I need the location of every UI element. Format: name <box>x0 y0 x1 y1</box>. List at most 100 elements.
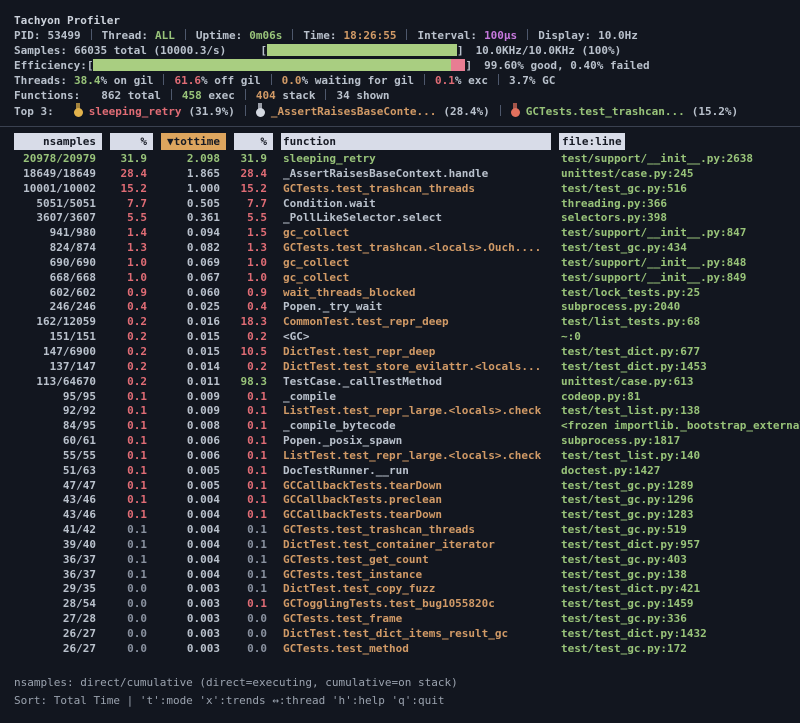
table-row[interactable]: 18649/18649 28.4 1.865 28.4 _AssertRaise… <box>14 167 800 182</box>
table-row[interactable]: 26/27 0.0 0.003 0.0 GCTests.test_method … <box>14 642 800 657</box>
direct-percent-cell: 0.2 <box>110 360 153 375</box>
direct-percent-cell: 0.1 <box>110 390 153 405</box>
top3-line: Top 3:sleeping_retry(31.9%)_AssertRaises… <box>14 103 800 120</box>
table-row[interactable]: 824/874 1.3 0.082 1.3 GCTests.test_trash… <box>14 241 800 256</box>
table-row[interactable]: 162/12059 0.2 0.016 18.3 CommonTest.test… <box>14 315 800 330</box>
cumulative-percent-cell: 0.1 <box>234 464 273 479</box>
table-row[interactable]: 55/55 0.1 0.006 0.1 ListTest.test_repr_l… <box>14 449 800 464</box>
table-row[interactable]: 41/42 0.1 0.004 0.1 GCTests.test_trashca… <box>14 523 800 538</box>
file-line-cell: test/support/__init__.py:2638 <box>559 152 800 167</box>
table-row[interactable]: 84/95 0.1 0.008 0.1 _compile_bytecode <f… <box>14 419 800 434</box>
thread-stat: 0.1% exc <box>435 74 488 87</box>
function-cell: _PollLikeSelector.select <box>281 211 551 226</box>
direct-percent-cell: 0.0 <box>110 582 153 597</box>
table-row[interactable]: 28/54 0.0 0.003 0.1 GCTogglingTests.test… <box>14 597 800 612</box>
thread-stat-value: 61.6 <box>174 74 201 87</box>
function-cell: DictTest.test_dict_items_result_gc <box>281 627 551 642</box>
table-row[interactable]: 27/28 0.0 0.003 0.0 GCTests.test_frame t… <box>14 612 800 627</box>
tachyon-profiler-window: Tachyon Profiler PID:53499Thread:ALLUpti… <box>0 0 800 723</box>
function-cell: GCTests.test_trashcan_threads <box>281 182 551 197</box>
cumulative-percent-cell: 0.4 <box>234 300 273 315</box>
file-line-cell: doctest.py:1427 <box>559 464 800 479</box>
samples-line: Samples:66035 total (10000.3/s)[]10.0KHz… <box>14 43 800 58</box>
direct-percent-cell: 0.1 <box>110 434 153 449</box>
column-header-function[interactable]: function <box>281 133 551 150</box>
cumulative-percent-cell: 10.5 <box>234 345 273 360</box>
interval-label: Interval: <box>417 29 477 42</box>
tottime-cell: 0.060 <box>161 286 226 301</box>
nsamples-cell: 60/61 <box>14 434 102 449</box>
table-row[interactable]: 20978/20979 31.9 2.098 31.9 sleeping_ret… <box>14 152 800 167</box>
column-header-nsamples[interactable]: nsamples <box>14 133 102 150</box>
table-body: 20978/20979 31.9 2.098 31.9 sleeping_ret… <box>14 152 800 657</box>
direct-percent-cell: 5.5 <box>110 211 153 226</box>
nsamples-cell: 26/27 <box>14 642 102 657</box>
table-row[interactable]: 3607/3607 5.5 0.361 5.5 _PollLikeSelecto… <box>14 211 800 226</box>
top3-entry: GCTests.test_trashcan...(15.2%) <box>511 105 738 118</box>
vertical-separator <box>271 74 272 85</box>
table-row[interactable]: 668/668 1.0 0.067 1.0 gc_collect test/su… <box>14 271 800 286</box>
table-row[interactable]: 95/95 0.1 0.009 0.1 _compile codeop.py:8… <box>14 390 800 405</box>
file-line-cell: test/test_list.py:138 <box>559 404 800 419</box>
direct-percent-cell: 0.1 <box>110 464 153 479</box>
divider <box>0 126 800 127</box>
vertical-separator <box>500 105 501 116</box>
column-header-tottime-sorted[interactable]: ▼tottime <box>161 133 226 150</box>
table-row[interactable]: 29/35 0.0 0.003 0.1 DictTest.test_copy_f… <box>14 582 800 597</box>
table-row[interactable]: 5051/5051 7.7 0.505 7.7 Condition.wait t… <box>14 197 800 212</box>
table-row[interactable]: 10001/10002 15.2 1.000 15.2 GCTests.test… <box>14 182 800 197</box>
column-header-direct-percent[interactable]: % <box>110 133 153 150</box>
interval-value: 100µs <box>484 29 517 42</box>
top3-entry: sleeping_retry(31.9%) <box>74 105 235 118</box>
table-row[interactable]: 246/246 0.4 0.025 0.4 Popen._try_wait su… <box>14 300 800 315</box>
table-row[interactable]: 92/92 0.1 0.009 0.1 ListTest.test_repr_l… <box>14 404 800 419</box>
table-row[interactable]: 60/61 0.1 0.006 0.1 Popen._posix_spawn s… <box>14 434 800 449</box>
tottime-cell: 0.015 <box>161 330 226 345</box>
table-row[interactable]: 690/690 1.0 0.069 1.0 gc_collect test/su… <box>14 256 800 271</box>
direct-percent-cell: 0.4 <box>110 300 153 315</box>
cumulative-percent-cell: 31.9 <box>234 152 273 167</box>
file-line-cell: test/test_dict.py:1453 <box>559 360 800 375</box>
file-line-cell: ~:0 <box>559 330 800 345</box>
tottime-cell: 0.003 <box>161 582 226 597</box>
nsamples-cell: 10001/10002 <box>14 182 102 197</box>
table-row[interactable]: 151/151 0.2 0.015 0.2 <GC> ~:0 <box>14 330 800 345</box>
table-row[interactable]: 39/40 0.1 0.004 0.1 DictTest.test_contai… <box>14 538 800 553</box>
direct-percent-cell: 0.1 <box>110 508 153 523</box>
table-row[interactable]: 941/980 1.4 0.094 1.5 gc_collect test/su… <box>14 226 800 241</box>
function-cell: Popen._posix_spawn <box>281 434 551 449</box>
nsamples-cell: 3607/3607 <box>14 211 102 226</box>
samples-bar-fill <box>267 44 457 56</box>
tottime-cell: 0.505 <box>161 197 226 212</box>
top3-entry: _AssertRaisesBaseConte...(28.4%) <box>256 105 490 118</box>
nsamples-cell: 690/690 <box>14 256 102 271</box>
table-row[interactable]: 113/64670 0.2 0.011 98.3 TestCase._callT… <box>14 375 800 390</box>
function-cell: sleeping_retry <box>281 152 551 167</box>
file-line-cell: unittest/case.py:613 <box>559 375 800 390</box>
column-header-cumulative-percent[interactable]: % <box>234 133 273 150</box>
footer-help-nsamples: nsamples: direct/cumulative (direct=exec… <box>14 674 458 692</box>
table-row[interactable]: 602/602 0.9 0.060 0.9 wait_threads_block… <box>14 286 800 301</box>
nsamples-cell: 113/64670 <box>14 375 102 390</box>
table-row[interactable]: 137/147 0.2 0.014 0.2 DictTest.test_stor… <box>14 360 800 375</box>
direct-percent-cell: 0.0 <box>110 642 153 657</box>
direct-percent-cell: 0.1 <box>110 568 153 583</box>
table-row[interactable]: 47/47 0.1 0.005 0.1 GCCallbackTests.tear… <box>14 479 800 494</box>
table-row[interactable]: 36/37 0.1 0.004 0.1 GCTests.test_get_cou… <box>14 553 800 568</box>
file-line-cell: test/test_dict.py:957 <box>559 538 800 553</box>
uptime-label: Uptime: <box>196 29 242 42</box>
table-row[interactable]: 43/46 0.1 0.004 0.1 GCCallbackTests.tear… <box>14 508 800 523</box>
vertical-separator <box>171 89 172 100</box>
file-line-cell: test/test_dict.py:677 <box>559 345 800 360</box>
pid-value: 53499 <box>48 29 81 42</box>
table-row[interactable]: 51/63 0.1 0.005 0.1 DocTestRunner.__run … <box>14 464 800 479</box>
nsamples-cell: 824/874 <box>14 241 102 256</box>
column-header-file-line[interactable]: file:line <box>559 133 625 150</box>
table-row[interactable]: 26/27 0.0 0.003 0.0 DictTest.test_dict_i… <box>14 627 800 642</box>
table-row[interactable]: 36/37 0.1 0.004 0.1 GCTests.test_instanc… <box>14 568 800 583</box>
tottime-cell: 0.011 <box>161 375 226 390</box>
cumulative-percent-cell: 28.4 <box>234 167 273 182</box>
silver-medal-icon <box>256 103 265 117</box>
table-row[interactable]: 43/46 0.1 0.004 0.1 GCCallbackTests.prec… <box>14 493 800 508</box>
table-row[interactable]: 147/6900 0.2 0.015 10.5 DictTest.test_re… <box>14 345 800 360</box>
